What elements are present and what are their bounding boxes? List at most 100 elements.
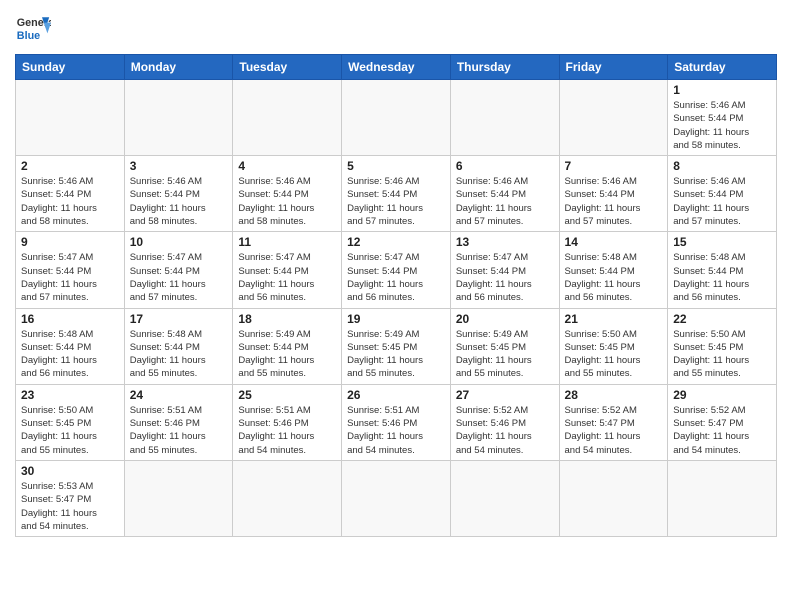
day-number: 17 xyxy=(130,312,228,326)
day-number: 30 xyxy=(21,464,119,478)
day-info: Sunrise: 5:52 AMSunset: 5:47 PMDaylight:… xyxy=(673,404,771,457)
day-info: Sunrise: 5:49 AMSunset: 5:45 PMDaylight:… xyxy=(347,328,445,381)
day-info: Sunrise: 5:48 AMSunset: 5:44 PMDaylight:… xyxy=(130,328,228,381)
day-number: 2 xyxy=(21,159,119,173)
calendar-day-cell: 21 Sunrise: 5:50 AMSunset: 5:45 PMDayligh… xyxy=(559,308,668,384)
day-info: Sunrise: 5:49 AMSunset: 5:44 PMDaylight:… xyxy=(238,328,336,381)
day-number: 9 xyxy=(21,235,119,249)
day-info: Sunrise: 5:46 AMSunset: 5:44 PMDaylight:… xyxy=(238,175,336,228)
day-info: Sunrise: 5:47 AMSunset: 5:44 PMDaylight:… xyxy=(347,251,445,304)
calendar-day-cell: 25 Sunrise: 5:51 AMSunset: 5:46 PMDayligh… xyxy=(233,384,342,460)
calendar-day-cell: 17 Sunrise: 5:48 AMSunset: 5:44 PMDayligh… xyxy=(124,308,233,384)
calendar-day-cell: 6Sunrise: 5:46 AMSunset: 5:44 PMDaylight… xyxy=(450,156,559,232)
calendar-day-cell: 9Sunrise: 5:47 AMSunset: 5:44 PMDaylight… xyxy=(16,232,125,308)
day-number: 21 xyxy=(565,312,663,326)
calendar-day-cell: 19 Sunrise: 5:49 AMSunset: 5:45 PMDayligh… xyxy=(342,308,451,384)
day-number: 29 xyxy=(673,388,771,402)
day-info: Sunrise: 5:50 AMSunset: 5:45 PMDaylight:… xyxy=(565,328,663,381)
day-number: 16 xyxy=(21,312,119,326)
calendar-day-cell: 5Sunrise: 5:46 AMSunset: 5:44 PMDaylight… xyxy=(342,156,451,232)
day-info: Sunrise: 5:47 AMSunset: 5:44 PMDaylight:… xyxy=(238,251,336,304)
day-number: 25 xyxy=(238,388,336,402)
day-info: Sunrise: 5:50 AMSunset: 5:45 PMDaylight:… xyxy=(673,328,771,381)
calendar-day-cell: 24 Sunrise: 5:51 AMSunset: 5:46 PMDayligh… xyxy=(124,384,233,460)
calendar-day-cell: 30Sunrise: 5:53 AMSunset: 5:47 PMDayligh… xyxy=(16,460,125,536)
calendar-day-cell: 29 Sunrise: 5:52 AMSunset: 5:47 PMDayligh… xyxy=(668,384,777,460)
day-number: 26 xyxy=(347,388,445,402)
calendar-day-cell xyxy=(124,80,233,156)
calendar-day-cell: 7Sunrise: 5:46 AMSunset: 5:44 PMDaylight… xyxy=(559,156,668,232)
day-number: 3 xyxy=(130,159,228,173)
calendar-day-cell xyxy=(450,460,559,536)
day-info: Sunrise: 5:52 AMSunset: 5:47 PMDaylight:… xyxy=(565,404,663,457)
calendar-day-cell xyxy=(559,460,668,536)
calendar-day-cell xyxy=(559,80,668,156)
col-header-tuesday: Tuesday xyxy=(233,55,342,80)
calendar-header-row: SundayMondayTuesdayWednesdayThursdayFrid… xyxy=(16,55,777,80)
calendar-day-cell xyxy=(233,460,342,536)
col-header-friday: Friday xyxy=(559,55,668,80)
day-info: Sunrise: 5:52 AMSunset: 5:46 PMDaylight:… xyxy=(456,404,554,457)
day-info: Sunrise: 5:46 AMSunset: 5:44 PMDaylight:… xyxy=(673,99,771,152)
col-header-saturday: Saturday xyxy=(668,55,777,80)
day-number: 22 xyxy=(673,312,771,326)
calendar-day-cell xyxy=(124,460,233,536)
calendar-day-cell: 8 Sunrise: 5:46 AMSunset: 5:44 PMDaylight… xyxy=(668,156,777,232)
calendar-day-cell: 14Sunrise: 5:48 AMSunset: 5:44 PMDayligh… xyxy=(559,232,668,308)
col-header-thursday: Thursday xyxy=(450,55,559,80)
calendar-day-cell: 16 Sunrise: 5:48 AMSunset: 5:44 PMDayligh… xyxy=(16,308,125,384)
calendar-day-cell xyxy=(450,80,559,156)
calendar-day-cell: 2Sunrise: 5:46 AMSunset: 5:44 PMDaylight… xyxy=(16,156,125,232)
calendar-day-cell: 18 Sunrise: 5:49 AMSunset: 5:44 PMDayligh… xyxy=(233,308,342,384)
calendar-week-2: 9 Sunrise: 5:47 AMSunset: 5:44 PMDaylight… xyxy=(16,232,777,308)
calendar-day-cell: 11 Sunrise: 5:47 AMSunset: 5:44 PMDayligh… xyxy=(233,232,342,308)
calendar-day-cell: 23Sunrise: 5:50 AMSunset: 5:45 PMDayligh… xyxy=(16,384,125,460)
day-info: Sunrise: 5:50 AMSunset: 5:45 PMDaylight:… xyxy=(21,404,119,457)
calendar-day-cell: 1 Sunrise: 5:46 AMSunset: 5:44 PMDaylight… xyxy=(668,80,777,156)
calendar-week-5: 30Sunrise: 5:53 AMSunset: 5:47 PMDayligh… xyxy=(16,460,777,536)
day-info: Sunrise: 5:46 AMSunset: 5:44 PMDaylight:… xyxy=(130,175,228,228)
day-number: 8 xyxy=(673,159,771,173)
day-info: Sunrise: 5:46 AMSunset: 5:44 PMDaylight:… xyxy=(456,175,554,228)
calendar-day-cell: 13Sunrise: 5:47 AMSunset: 5:44 PMDayligh… xyxy=(450,232,559,308)
calendar-day-cell: 20Sunrise: 5:49 AMSunset: 5:45 PMDayligh… xyxy=(450,308,559,384)
day-number: 20 xyxy=(456,312,554,326)
day-number: 12 xyxy=(347,235,445,249)
header: General Blue xyxy=(15,10,777,46)
calendar-day-cell xyxy=(668,460,777,536)
day-info: Sunrise: 5:48 AMSunset: 5:44 PMDaylight:… xyxy=(21,328,119,381)
calendar-day-cell: 12 Sunrise: 5:47 AMSunset: 5:44 PMDayligh… xyxy=(342,232,451,308)
day-info: Sunrise: 5:46 AMSunset: 5:44 PMDaylight:… xyxy=(673,175,771,228)
logo: General Blue xyxy=(15,10,51,46)
day-number: 18 xyxy=(238,312,336,326)
page: General Blue SundayMondayTuesdayWednesda… xyxy=(0,0,792,547)
day-number: 4 xyxy=(238,159,336,173)
calendar-day-cell xyxy=(16,80,125,156)
day-number: 1 xyxy=(673,83,771,97)
col-header-wednesday: Wednesday xyxy=(342,55,451,80)
generalblue-logo-icon: General Blue xyxy=(15,10,51,46)
day-number: 24 xyxy=(130,388,228,402)
calendar-day-cell: 22 Sunrise: 5:50 AMSunset: 5:45 PMDayligh… xyxy=(668,308,777,384)
calendar-week-3: 16 Sunrise: 5:48 AMSunset: 5:44 PMDayligh… xyxy=(16,308,777,384)
day-info: Sunrise: 5:51 AMSunset: 5:46 PMDaylight:… xyxy=(238,404,336,457)
calendar-day-cell: 27 Sunrise: 5:52 AMSunset: 5:46 PMDayligh… xyxy=(450,384,559,460)
day-number: 10 xyxy=(130,235,228,249)
calendar-table: SundayMondayTuesdayWednesdayThursdayFrid… xyxy=(15,54,777,537)
day-info: Sunrise: 5:46 AMSunset: 5:44 PMDaylight:… xyxy=(565,175,663,228)
calendar-day-cell: 10Sunrise: 5:47 AMSunset: 5:44 PMDayligh… xyxy=(124,232,233,308)
day-info: Sunrise: 5:47 AMSunset: 5:44 PMDaylight:… xyxy=(456,251,554,304)
day-number: 27 xyxy=(456,388,554,402)
col-header-monday: Monday xyxy=(124,55,233,80)
calendar-day-cell: 28Sunrise: 5:52 AMSunset: 5:47 PMDayligh… xyxy=(559,384,668,460)
calendar-day-cell: 4 Sunrise: 5:46 AMSunset: 5:44 PMDaylight… xyxy=(233,156,342,232)
day-number: 11 xyxy=(238,235,336,249)
calendar-day-cell xyxy=(342,460,451,536)
calendar-day-cell xyxy=(233,80,342,156)
day-info: Sunrise: 5:51 AMSunset: 5:46 PMDaylight:… xyxy=(347,404,445,457)
svg-text:Blue: Blue xyxy=(17,30,40,42)
day-number: 19 xyxy=(347,312,445,326)
day-info: Sunrise: 5:51 AMSunset: 5:46 PMDaylight:… xyxy=(130,404,228,457)
calendar-day-cell xyxy=(342,80,451,156)
calendar-day-cell: 3 Sunrise: 5:46 AMSunset: 5:44 PMDaylight… xyxy=(124,156,233,232)
